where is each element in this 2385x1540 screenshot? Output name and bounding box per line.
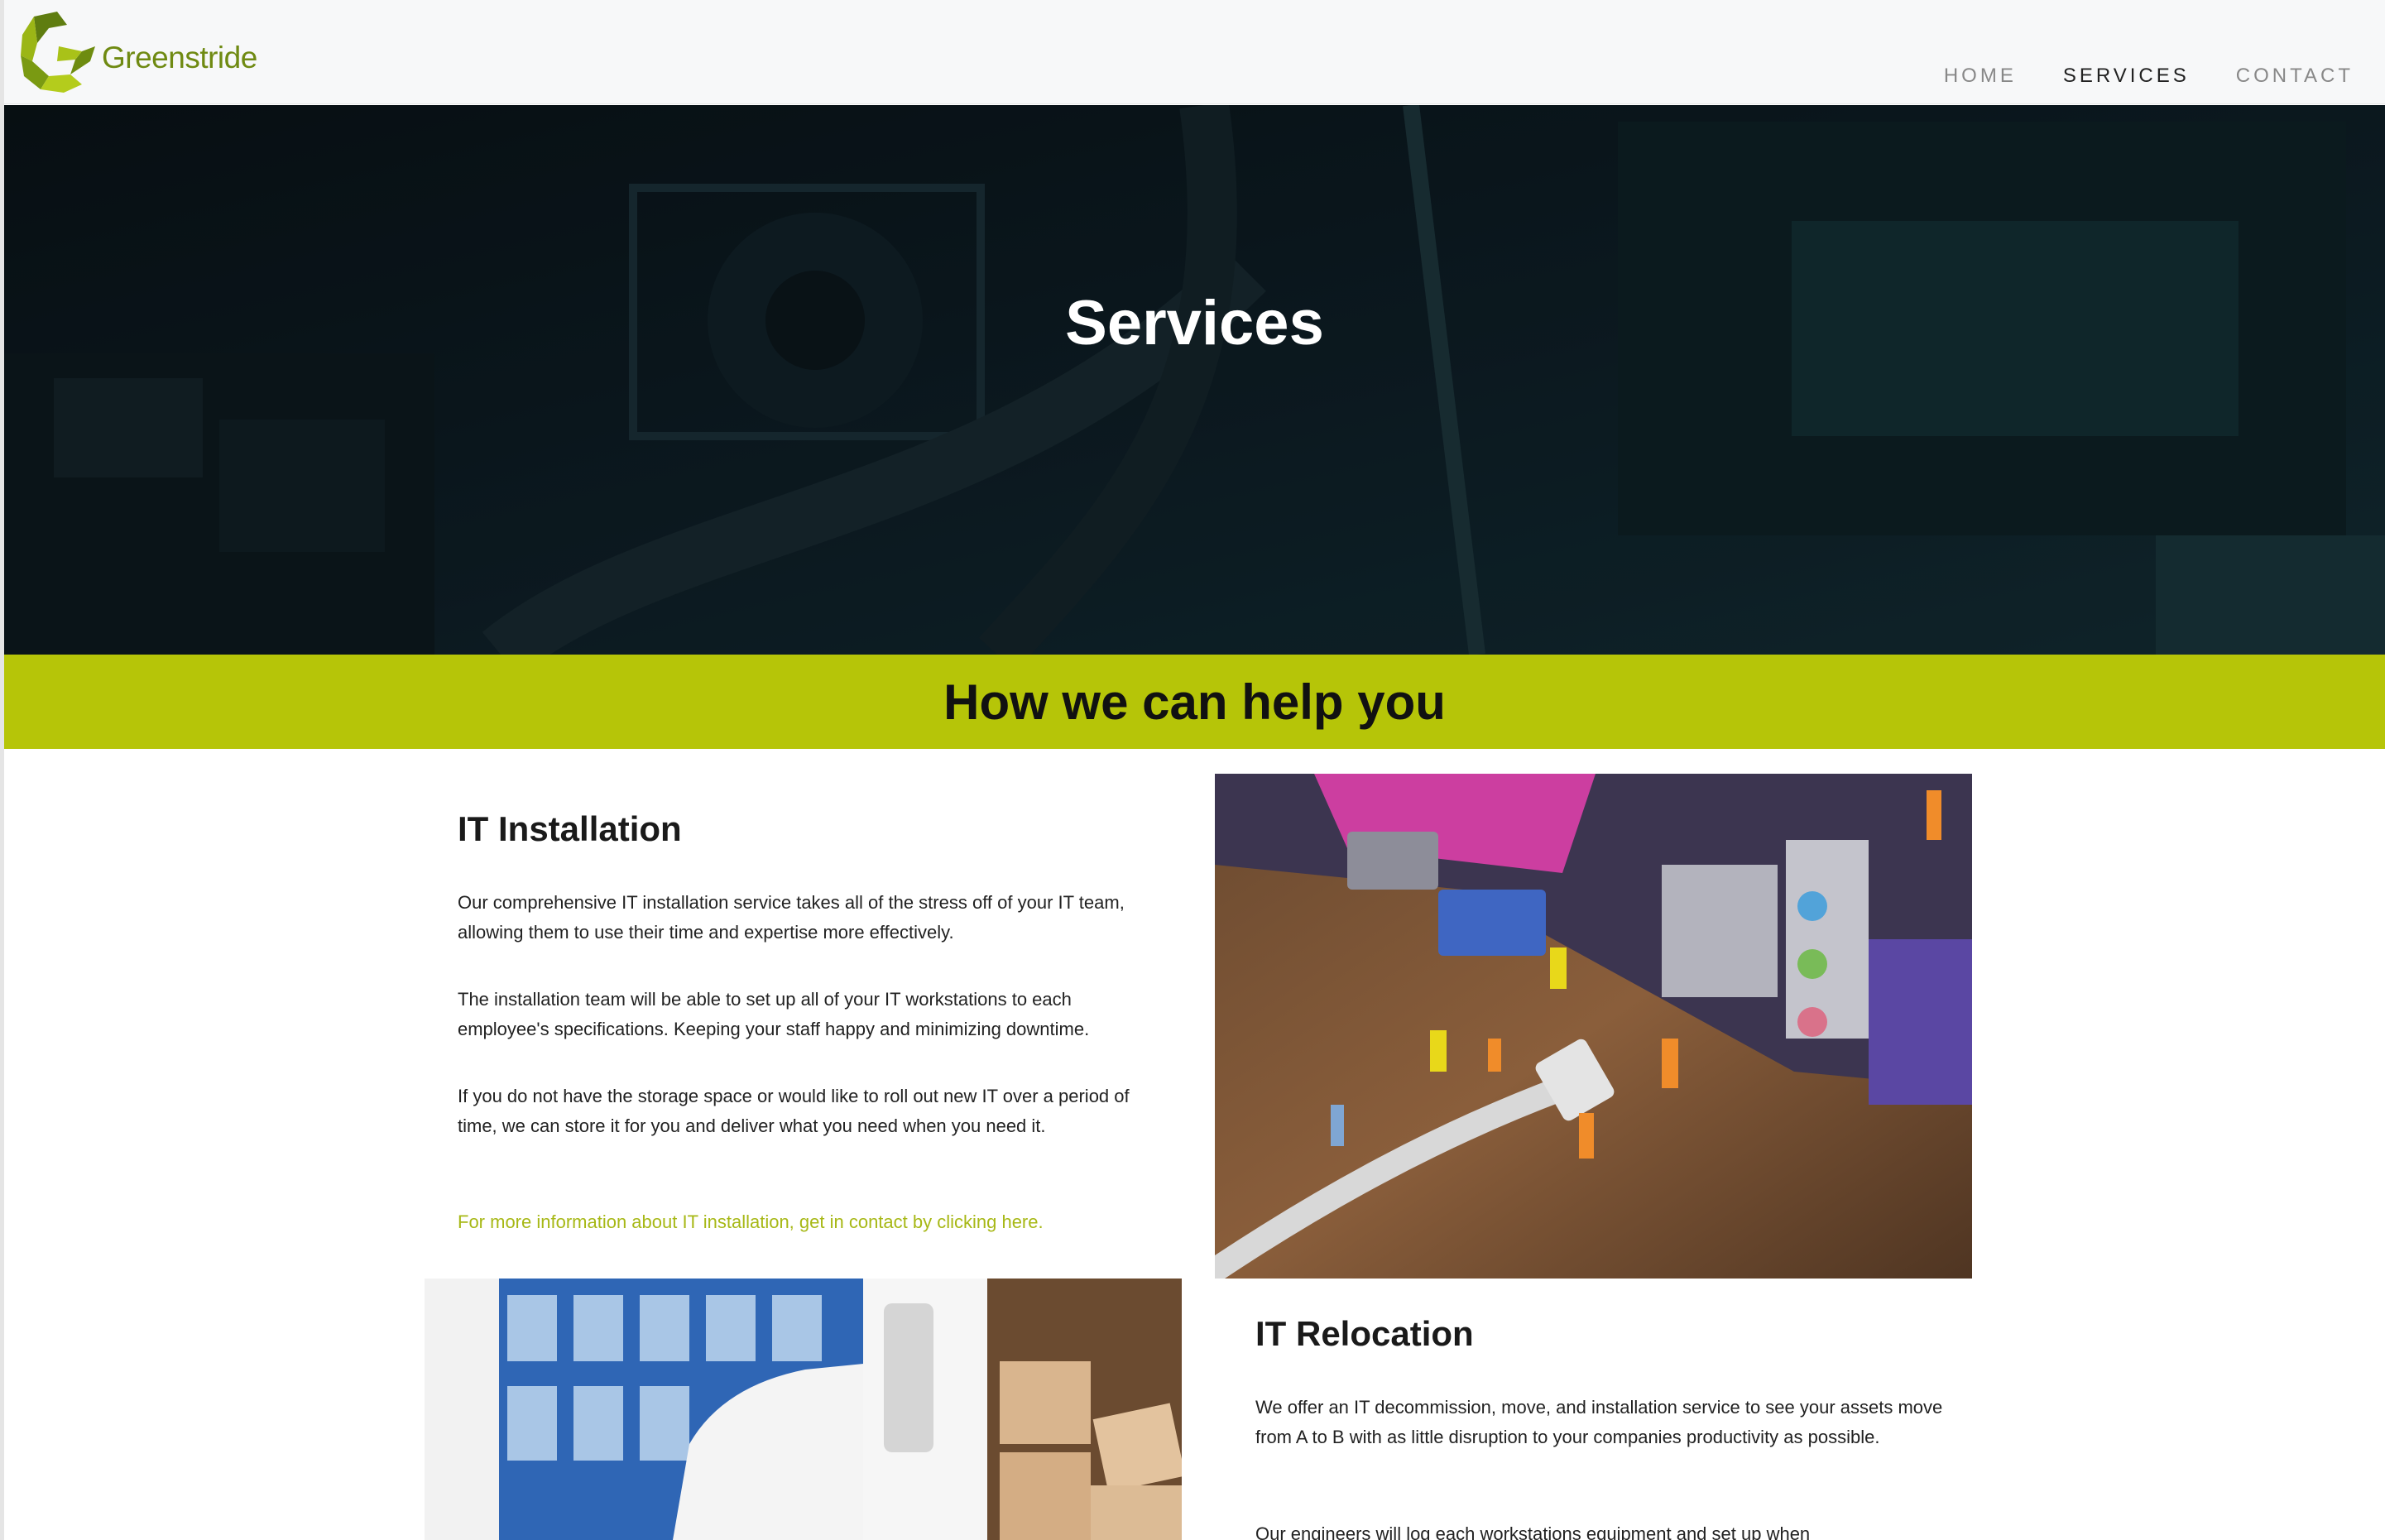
navbar: Greenstride HOME SERVICES CONTACT [4,0,2385,104]
installation-paragraph-2: The installation team will be able to se… [458,989,1090,1039]
main-nav: HOME SERVICES CONTACT [1944,65,2354,88]
logo[interactable]: Greenstride [16,10,257,97]
installation-paragraph-3: If you do not have the storage space or … [458,1086,1130,1136]
hero-banner: Services [4,105,2385,655]
installation-contact-link[interactable]: For more information about IT installati… [458,1211,1044,1233]
greenstride-logo-icon [16,10,98,97]
relocation-title: IT Relocation [1255,1314,1474,1353]
installation-title: IT Installation [458,809,682,848]
relocation-paragraph-2: Our engineers will log each workstations… [1255,1523,1811,1540]
nav-home[interactable]: HOME [1944,65,2017,88]
nav-services[interactable]: SERVICES [2063,65,2190,88]
help-band: How we can help you [4,655,2385,749]
hero-background-image [4,105,2385,655]
installation-image [1215,774,1972,1279]
page: Greenstride HOME SERVICES CONTACT Servic… [0,0,2385,1540]
installation-paragraph-1: Our comprehensive IT installation servic… [458,892,1125,943]
relocation-image [425,1279,1182,1540]
nav-contact[interactable]: CONTACT [2236,65,2354,88]
page-title: Services [1065,288,1324,358]
brand-name: Greenstride [102,40,257,74]
relocation-paragraph-1: We offer an IT decommission, move, and i… [1255,1397,1943,1447]
band-title: How we can help you [943,674,1446,730]
